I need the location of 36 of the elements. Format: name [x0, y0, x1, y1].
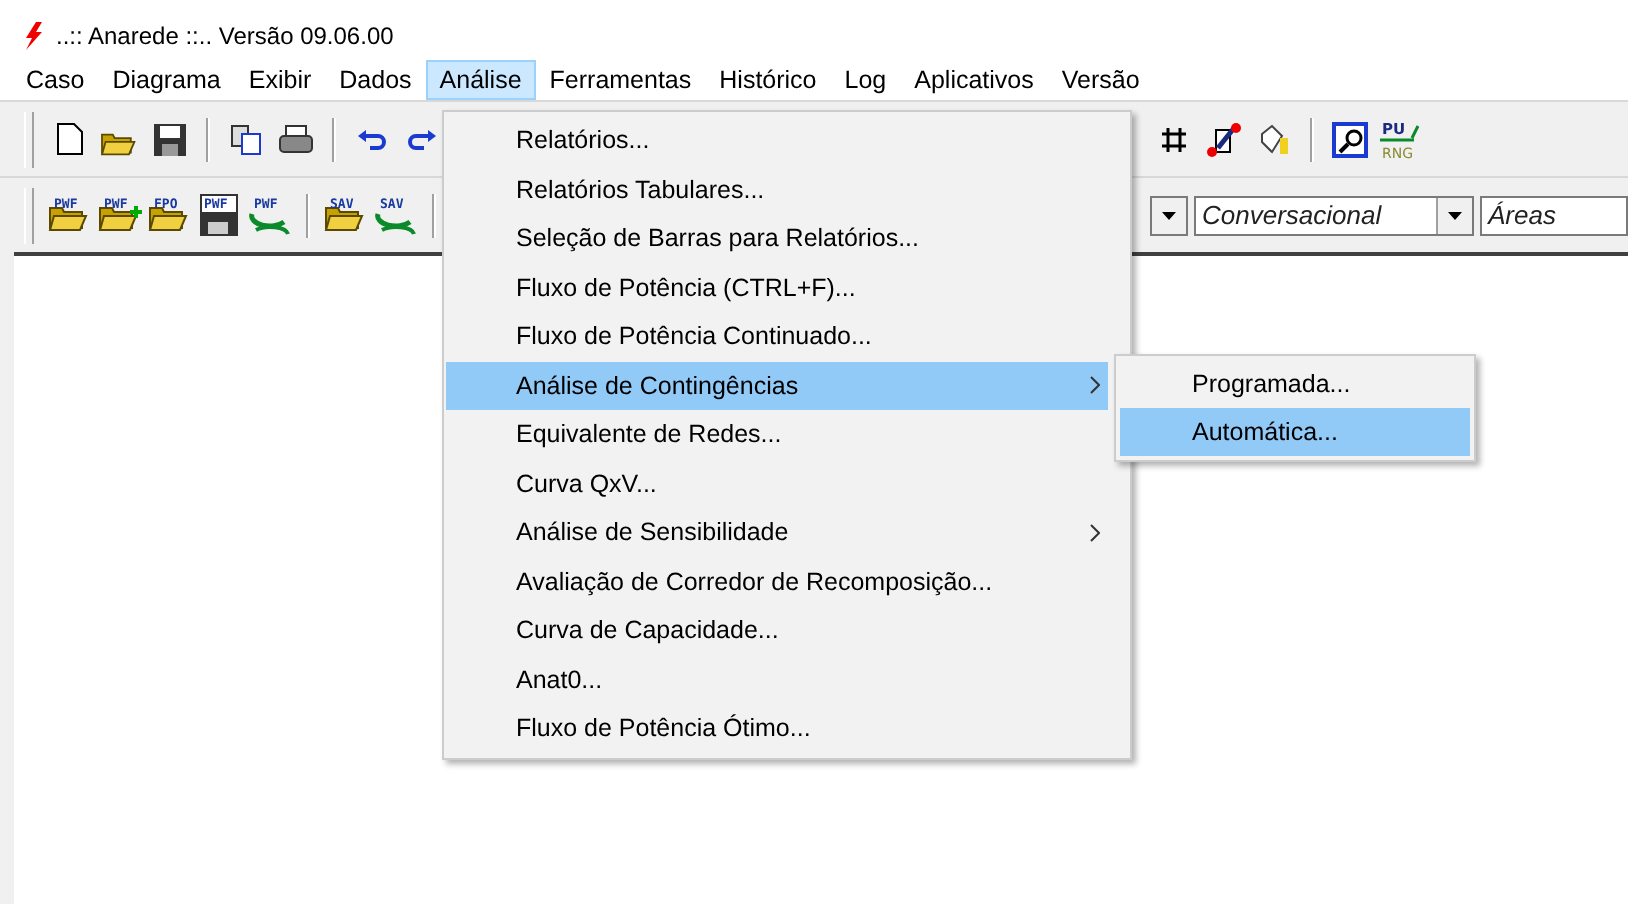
menu-option[interactable]: Análise de Contingências: [446, 361, 1108, 410]
window-title: ..:: Anarede ::.. Versão 09.06.00: [56, 22, 394, 50]
dropdown-arrow-icon: [1162, 211, 1176, 219]
menu-option[interactable]: Curva de Capacidade...: [446, 606, 1108, 655]
menu-item[interactable]: Histórico: [705, 60, 831, 100]
menu-option[interactable]: Curva QxV...: [446, 459, 1108, 508]
zoom-window-icon[interactable]: [1328, 117, 1372, 161]
combo-box[interactable]: Áreas: [1480, 195, 1628, 235]
menu-option[interactable]: Relatórios Tabulares...: [446, 165, 1108, 214]
menu-item[interactable]: Versão: [1047, 60, 1154, 100]
menu-item[interactable]: Ferramentas: [535, 60, 706, 100]
dropdown-button[interactable]: [1150, 195, 1188, 235]
menu-item[interactable]: Dados: [325, 60, 426, 100]
menu-option[interactable]: Programada...: [1120, 360, 1470, 408]
menu-option[interactable]: Fluxo de Potência (CTRL+F)...: [446, 263, 1108, 312]
menu-item[interactable]: Exibir: [234, 60, 326, 100]
menu-item[interactable]: Log: [830, 60, 901, 100]
dropdown-arrow-icon: [1448, 211, 1462, 219]
menu-option[interactable]: Automática...: [1120, 408, 1470, 456]
menu-option[interactable]: Anat0...: [446, 655, 1108, 704]
menu-item[interactable]: Diagrama: [98, 60, 235, 100]
lightning-icon: [24, 22, 44, 50]
menu-option[interactable]: Equivalente de Redes...: [446, 410, 1108, 459]
menu-option[interactable]: Relatórios...: [446, 116, 1108, 165]
menu-item[interactable]: Análise: [425, 60, 536, 100]
menu-item[interactable]: Aplicativos: [900, 60, 1048, 100]
menu-option[interactable]: Avaliação de Corredor de Recomposição...: [446, 557, 1108, 606]
chevron-right-icon: [1090, 523, 1100, 542]
combo-box[interactable]: Conversacional: [1194, 195, 1474, 235]
menu-option[interactable]: Fluxo de Potência Continuado...: [446, 312, 1108, 361]
node-edit-icon[interactable]: [1202, 117, 1246, 161]
menu-option[interactable]: Fluxo de Potência Ótimo...: [446, 704, 1108, 753]
menu-item[interactable]: Caso: [12, 60, 99, 100]
menu-option[interactable]: Seleção de Barras para Relatórios...: [446, 214, 1108, 263]
chevron-right-icon: [1090, 376, 1100, 395]
menu-option[interactable]: Análise de Sensibilidade: [446, 508, 1108, 557]
